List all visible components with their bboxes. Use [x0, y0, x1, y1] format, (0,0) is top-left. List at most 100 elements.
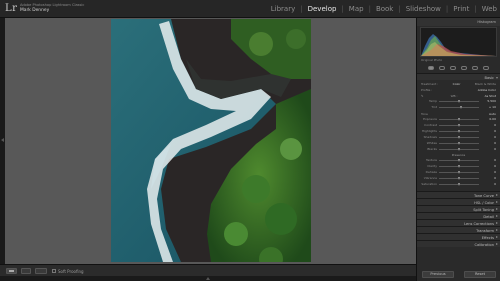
graduated-filter-icon[interactable]: [461, 66, 468, 70]
module-separator: |: [445, 5, 449, 13]
slider-label: Contrast: [424, 123, 437, 127]
slider-knob[interactable]: [457, 129, 460, 133]
module-web[interactable]: Web: [481, 5, 498, 13]
slider-value[interactable]: 0: [494, 135, 496, 139]
panel-header-split-toning[interactable]: Split Toning: [417, 205, 500, 212]
slider-label: Blacks: [427, 147, 437, 151]
slider-knob[interactable]: [458, 99, 461, 103]
slider-value[interactable]: + 10: [489, 105, 496, 109]
slider-label: Whites: [426, 141, 437, 145]
panel-header-lens-corrections[interactable]: Lens Corrections: [417, 219, 500, 226]
profile-select[interactable]: Adobe Color: [478, 88, 496, 92]
treatment-label: Treatment :: [421, 81, 439, 86]
expand-left-panel-icon[interactable]: [1, 138, 4, 142]
before-after-options-button[interactable]: [35, 268, 47, 274]
image-canvas[interactable]: [5, 18, 416, 264]
bottom-toolbar: Soft Proofing: [0, 264, 416, 276]
basic-panel-header[interactable]: Basic: [417, 73, 500, 80]
treatment-bw-option[interactable]: Black & White: [475, 82, 496, 86]
right-panel: Histogram Original Photo Basic Treatment…: [416, 18, 500, 281]
slider-label: Saturation: [421, 182, 437, 186]
slider-knob[interactable]: [457, 176, 460, 180]
slider-value[interactable]: 0: [494, 164, 496, 168]
slider-value[interactable]: 0: [494, 129, 496, 133]
slider-knob[interactable]: [457, 158, 460, 162]
radial-filter-icon[interactable]: [472, 66, 479, 70]
slider-label: Tint: [431, 105, 437, 109]
module-separator: |: [341, 5, 344, 13]
slider-value[interactable]: 0: [494, 170, 496, 174]
slider-knob[interactable]: [457, 182, 460, 186]
photo-preview[interactable]: [111, 19, 311, 262]
identity-plate: Adobe Photoshop Lightroom Classic Mark D…: [20, 3, 84, 13]
panel-header-hsl-color[interactable]: HSL / Color: [417, 198, 500, 205]
module-picker: Library | Develop | Map | Book | Slideshow | Print…: [270, 5, 498, 13]
module-separator: |: [398, 5, 401, 13]
slider-value[interactable]: 0: [494, 147, 496, 151]
treatment-color-option[interactable]: Color: [453, 82, 461, 86]
slider-saturation[interactable]: Saturation 0: [417, 181, 500, 187]
slider-label: Exposure: [423, 117, 437, 121]
module-slideshow[interactable]: Slideshow: [405, 5, 442, 13]
panel-header-detail[interactable]: Detail: [417, 212, 500, 219]
slider-label: Shadows: [423, 135, 437, 139]
app-logo: Lr: [5, 3, 18, 14]
module-separator: |: [300, 5, 303, 13]
slider-label: Clarity: [427, 164, 437, 168]
previous-button[interactable]: Previous: [422, 271, 454, 278]
module-separator: |: [474, 5, 477, 13]
profile-label: Profile :: [421, 87, 433, 92]
histogram-graph: [421, 34, 496, 56]
expand-filmstrip-icon[interactable]: [206, 277, 210, 280]
slider-knob[interactable]: [457, 164, 460, 168]
slider-value[interactable]: 0: [494, 182, 496, 186]
panel-header-tone-curve[interactable]: Tone Curve: [417, 191, 500, 198]
slider-knob[interactable]: [459, 105, 462, 109]
top-bar: Lr Adobe Photoshop Lightroom Classic Mar…: [0, 0, 500, 18]
panel-header-calibration[interactable]: Calibration: [417, 240, 500, 247]
spot-removal-icon[interactable]: [438, 66, 445, 70]
module-book[interactable]: Book: [375, 5, 394, 13]
slider-value[interactable]: 0: [494, 123, 496, 127]
slider-value[interactable]: 0: [494, 176, 496, 180]
slider-value[interactable]: 5,500: [487, 99, 496, 103]
red-eye-icon[interactable]: [449, 66, 456, 70]
before-after-button[interactable]: [21, 268, 31, 274]
slider-knob[interactable]: [457, 170, 460, 174]
slider-blacks[interactable]: Blacks 0: [417, 146, 500, 152]
slider-label: Dehaze: [425, 170, 437, 174]
histogram-header[interactable]: Histogram: [417, 18, 500, 26]
module-library[interactable]: Library: [270, 5, 296, 13]
adjustment-brush-icon[interactable]: [483, 66, 490, 70]
right-panel-buttons: Previous Reset: [417, 271, 500, 279]
slider-value[interactable]: 0: [494, 141, 496, 145]
slider-value[interactable]: 0.00: [489, 117, 496, 121]
slider-label: Temp: [429, 99, 437, 103]
slider-knob[interactable]: [457, 135, 460, 139]
panel-header-transform[interactable]: Transform: [417, 226, 500, 233]
slider-label: Texture: [426, 158, 437, 162]
loupe-icon: [9, 270, 14, 272]
module-print[interactable]: Print: [452, 5, 470, 13]
slider-value[interactable]: 0: [494, 158, 496, 162]
soft-proofing-checkbox[interactable]: [52, 269, 56, 273]
slider-label: Highlights: [421, 129, 437, 133]
slider-knob[interactable]: [457, 123, 460, 127]
filmstrip-collapsed[interactable]: [0, 276, 416, 281]
soft-proofing-label: Soft Proofing: [58, 268, 84, 274]
module-map[interactable]: Map: [348, 5, 365, 13]
loupe-view-button[interactable]: [6, 268, 17, 274]
panel-header-effects[interactable]: Effects: [417, 233, 500, 240]
slider-label: Vibrance: [423, 176, 437, 180]
slider-tint[interactable]: Tint + 10: [417, 104, 500, 110]
slider-knob[interactable]: [457, 117, 460, 121]
slider-knob[interactable]: [457, 141, 460, 145]
slider-knob[interactable]: [457, 147, 460, 151]
user-name: Mark Denney: [20, 8, 50, 13]
reset-button[interactable]: Reset: [464, 271, 496, 278]
module-separator: |: [368, 5, 371, 13]
module-develop[interactable]: Develop: [307, 5, 338, 13]
crop-tool-icon[interactable]: [427, 66, 434, 70]
develop-tool-strip: [417, 63, 500, 73]
histogram[interactable]: [420, 27, 497, 57]
